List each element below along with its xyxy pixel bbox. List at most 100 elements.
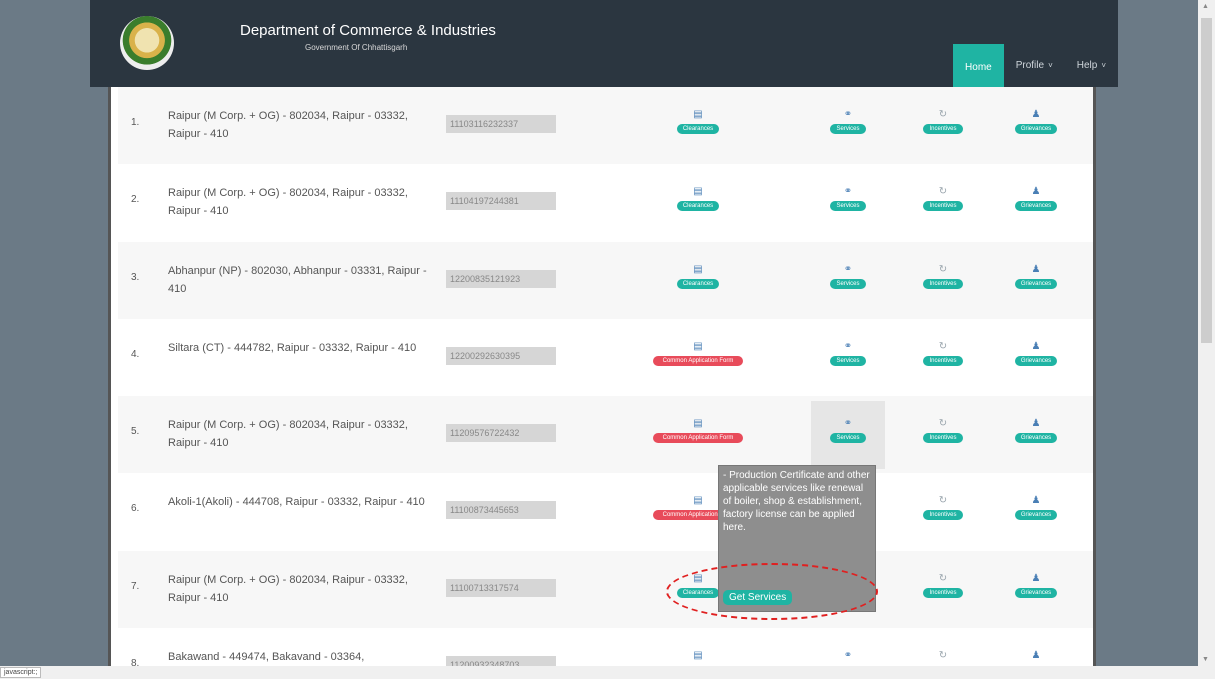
table-row: 1. Raipur (M Corp. + OG) - 802034, Raipu…: [118, 87, 1093, 164]
user-icon: ♟: [1031, 495, 1041, 506]
nav-profile-label: Profile: [1015, 60, 1045, 71]
refresh-icon: ↻: [938, 109, 948, 120]
incentives-action[interactable]: ↻ Incentives: [913, 264, 973, 289]
clearance-pill[interactable]: Clearances: [676, 279, 720, 289]
unit-location: Bakawand - 449474, Bakavand - 03364,: [168, 651, 365, 663]
share-icon: ⚭: [843, 418, 853, 429]
grievances-action[interactable]: ♟ Grievances: [1001, 109, 1071, 134]
department-title: Department of Commerce & Industries: [240, 22, 496, 39]
scroll-down-icon[interactable]: ▼: [1202, 656, 1209, 663]
status-bar-url: javascript:;: [0, 667, 42, 678]
grievances-action[interactable]: ♟ Grievances: [1001, 418, 1071, 443]
chevron-down-icon: ˅: [1048, 61, 1053, 70]
incentives-action[interactable]: ↻ Incentives: [913, 109, 973, 134]
incentives-action[interactable]: ↻ Incentives: [913, 341, 973, 366]
unit-id: 12200292630395: [446, 347, 556, 365]
grievances-action[interactable]: ♟: [1001, 650, 1071, 665]
table-row: 2. Raipur (M Corp. + OG) - 802034, Raipu…: [118, 164, 1093, 241]
grievances-pill[interactable]: Grievances: [1014, 356, 1058, 366]
nav-profile[interactable]: Profile ˅: [1004, 44, 1065, 87]
row-number: 6.: [131, 503, 140, 514]
top-nav: Home Profile ˅ Help ˅: [953, 44, 1118, 90]
clearance-action[interactable]: ▤: [663, 650, 733, 665]
share-icon: ⚭: [843, 264, 853, 275]
grievances-action[interactable]: ♟ Grievances: [1001, 573, 1071, 598]
incentives-pill[interactable]: Incentives: [923, 510, 963, 520]
services-pill[interactable]: Services: [830, 279, 866, 289]
clearance-action[interactable]: ▤ Clearances: [663, 264, 733, 289]
grievances-pill[interactable]: Grievances: [1014, 201, 1058, 211]
table-row: 6. Akoli-1(Akoli) - 444708, Raipur - 033…: [118, 473, 1093, 550]
clearance-pill[interactable]: Clearances: [676, 124, 720, 134]
header-inner: Department of Commerce & Industries Gove…: [90, 0, 1118, 90]
grievances-action[interactable]: ♟ Grievances: [1001, 186, 1071, 211]
services-action[interactable]: ⚭ Services: [818, 341, 878, 366]
user-icon: ♟: [1031, 341, 1041, 352]
grievances-action[interactable]: ♟ Grievances: [1001, 264, 1071, 289]
department-subtitle: Government Of Chhattisgarh: [305, 43, 408, 52]
incentives-action[interactable]: ↻ Incentives: [913, 186, 973, 211]
grievances-pill[interactable]: Grievances: [1014, 124, 1058, 134]
services-action[interactable]: ⚭ Services: [818, 264, 878, 289]
government-emblem-logo: [120, 16, 174, 70]
clearance-action[interactable]: ▤ Common Application Form: [633, 341, 763, 366]
share-icon: ⚭: [843, 341, 853, 352]
clearance-action[interactable]: ▤ Clearances: [663, 186, 733, 211]
incentives-pill[interactable]: Incentives: [923, 124, 963, 134]
clearance-action[interactable]: ▤ Clearances: [663, 109, 733, 134]
incentives-pill[interactable]: Incentives: [923, 279, 963, 289]
services-action[interactable]: ⚭ Services: [818, 186, 878, 211]
clearance-pill[interactable]: Clearances: [676, 201, 720, 211]
refresh-icon: ↻: [938, 650, 948, 661]
clearance-pill[interactable]: Common Application Form: [652, 433, 744, 443]
grievances-action[interactable]: ♟ Grievances: [1001, 341, 1071, 366]
incentives-pill[interactable]: Incentives: [923, 588, 963, 598]
horizontal-scrollbar[interactable]: [0, 666, 1215, 679]
nav-help[interactable]: Help ˅: [1065, 44, 1118, 87]
unit-id: 11103116232337: [446, 115, 556, 133]
scroll-thumb[interactable]: [1201, 18, 1212, 343]
unit-location: Raipur (M Corp. + OG) - 802034, Raipur -…: [168, 187, 408, 217]
grievances-pill[interactable]: Grievances: [1014, 588, 1058, 598]
incentives-action[interactable]: ↻: [913, 650, 973, 665]
unit-location: Siltara (CT) - 444782, Raipur - 03332, R…: [168, 342, 417, 354]
services-pill[interactable]: Services: [830, 433, 866, 443]
scroll-up-icon[interactable]: ▲: [1202, 3, 1209, 10]
services-action[interactable]: ⚭ Services: [818, 418, 878, 443]
services-pill[interactable]: Services: [830, 124, 866, 134]
table-row: 5. Raipur (M Corp. + OG) - 802034, Raipu…: [118, 396, 1093, 473]
nav-help-label: Help: [1076, 60, 1098, 71]
calendar-icon: ▤: [693, 495, 703, 506]
vertical-scrollbar[interactable]: ▲ ▼: [1198, 0, 1215, 666]
clearance-action[interactable]: ▤ Common Application Form: [633, 418, 763, 443]
grievances-pill[interactable]: Grievances: [1014, 433, 1058, 443]
calendar-icon: ▤: [693, 418, 703, 429]
incentives-action[interactable]: ↻ Incentives: [913, 573, 973, 598]
user-icon: ♟: [1031, 573, 1041, 584]
row-number: 1.: [131, 117, 140, 128]
incentives-pill[interactable]: Incentives: [923, 433, 963, 443]
refresh-icon: ↻: [938, 573, 948, 584]
grievances-pill[interactable]: Grievances: [1014, 279, 1058, 289]
incentives-pill[interactable]: Incentives: [923, 356, 963, 366]
table-row: 7. Raipur (M Corp. + OG) - 802034, Raipu…: [118, 551, 1093, 628]
services-action[interactable]: ⚭ Services: [818, 109, 878, 134]
row-number: 2.: [131, 194, 140, 205]
refresh-icon: ↻: [938, 495, 948, 506]
clearance-pill[interactable]: Common Application Form: [652, 356, 744, 366]
nav-home[interactable]: Home: [953, 44, 1004, 90]
incentives-pill[interactable]: Incentives: [923, 201, 963, 211]
incentives-action[interactable]: ↻ Incentives: [913, 418, 973, 443]
services-pill[interactable]: Services: [830, 201, 866, 211]
grievances-action[interactable]: ♟ Grievances: [1001, 495, 1071, 520]
user-icon: ♟: [1031, 418, 1041, 429]
incentives-action[interactable]: ↻ Incentives: [913, 495, 973, 520]
services-pill[interactable]: Services: [830, 356, 866, 366]
unit-location: Raipur (M Corp. + OG) - 802034, Raipur -…: [168, 419, 408, 449]
tooltip-text: - Production Certificate and other appli…: [723, 470, 870, 533]
grievances-pill[interactable]: Grievances: [1014, 510, 1058, 520]
services-action[interactable]: ⚭: [818, 650, 878, 665]
chevron-down-icon: ˅: [1101, 61, 1106, 70]
user-icon: ♟: [1031, 264, 1041, 275]
calendar-icon: ▤: [693, 650, 703, 661]
